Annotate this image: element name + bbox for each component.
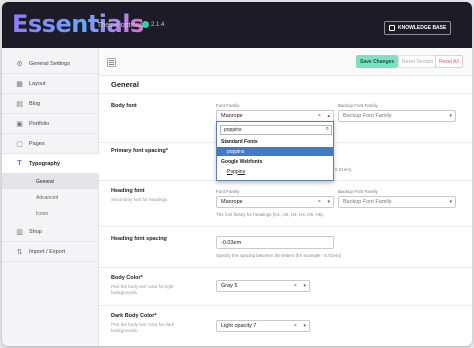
- sidebar-subitem-general[interactable]: General: [2, 174, 99, 189]
- sidebar-item-portfolio[interactable]: ▣ Portfolio: [2, 114, 99, 134]
- body-color-select[interactable]: Gray 5 × ▾: [216, 280, 310, 292]
- main-panel: Save Changes Reset Section Reset All Gen…: [99, 48, 472, 346]
- blog-icon: ▤: [16, 100, 23, 108]
- gear-icon: ⚙: [16, 60, 23, 68]
- sidebar-item-label: Shop: [29, 228, 42, 235]
- save-changes-button[interactable]: Save Changes: [356, 55, 399, 68]
- knowledge-base-label: KNOWLEDGE BASE: [398, 25, 447, 31]
- chevron-up-icon: ▴: [327, 113, 330, 119]
- heading-font-label: Heading font: [111, 188, 145, 194]
- select-placeholder: Backup Font Family: [343, 199, 392, 205]
- heading-font-hint: The font family for headings (H1, H2, H3…: [216, 212, 325, 217]
- sidebar-item-label: General Settings: [29, 60, 70, 67]
- sidebar-item-label: Pages: [29, 140, 45, 147]
- sidebar-item-blog[interactable]: ▤ Blog: [2, 94, 99, 114]
- clear-icon[interactable]: ×: [318, 199, 321, 205]
- shop-icon: ▥: [16, 228, 23, 236]
- sidebar-item-label: Blog: [29, 100, 41, 107]
- heading-font-spacing-label: Heading font spacing: [111, 236, 167, 242]
- sidebar-item-label: Typography: [29, 160, 61, 167]
- body-font-family-label: Font Family: [216, 103, 240, 108]
- pages-icon: ▢: [16, 140, 23, 148]
- divider: [99, 93, 472, 94]
- dark-body-color-desc: Pick the body text color for dark backgr…: [111, 322, 175, 333]
- section-title: General: [111, 80, 139, 89]
- select-value: Manrope: [221, 113, 243, 119]
- import-export-icon: ⇅: [16, 248, 23, 256]
- heading-backup-font-label: Backup Font Family: [338, 189, 378, 194]
- body-backup-font-label: Backup Font Family: [338, 103, 378, 108]
- header-bar: Essentials Theme options 2.1.4 KNOWLEDGE…: [2, 2, 472, 48]
- sidebar-item-general-settings[interactable]: ⚙ General Settings: [2, 54, 99, 74]
- body-color-desc: Pick the body text color for light backg…: [111, 284, 174, 295]
- chevron-down-icon: ▾: [327, 199, 330, 205]
- search-icon: ⌕: [325, 126, 329, 132]
- divider: [99, 226, 472, 227]
- dark-body-color-label: Dark Body Color*: [111, 313, 157, 319]
- heading-font-desc: Secondary font for headings: [111, 197, 168, 202]
- heading-spacing-hint: Specify the spacing between the letters …: [216, 253, 342, 258]
- dark-body-color-select[interactable]: Light opacity 7 × ▾: [216, 320, 310, 332]
- clear-icon[interactable]: ×: [294, 323, 297, 329]
- layout-icon: ▦: [16, 80, 23, 88]
- font-option-poppins-standard[interactable]: poppins: [217, 147, 333, 156]
- portfolio-icon: ▣: [16, 120, 23, 128]
- sidebar-item-label: Layout: [29, 80, 46, 87]
- search-value: poppins: [224, 127, 242, 133]
- sidebar-item-layout[interactable]: ▦ Layout: [2, 74, 99, 94]
- clear-icon[interactable]: ×: [294, 283, 297, 289]
- chevron-down-icon: ▾: [303, 283, 306, 289]
- clear-icon[interactable]: ×: [318, 113, 321, 119]
- typography-icon: T: [17, 160, 22, 167]
- version-badge: 2.1.4: [142, 21, 164, 28]
- body-font-label: Body font: [111, 103, 137, 109]
- body-backup-font-select[interactable]: Backup Font Family ▾: [338, 110, 456, 122]
- divider: [99, 267, 472, 268]
- book-icon: [389, 25, 395, 31]
- heading-font-family-label: Font Family: [216, 189, 240, 194]
- sidebar-item-import-export[interactable]: ⇅ Import / Export: [2, 242, 99, 262]
- sidebar-item-label: Import / Export: [29, 248, 66, 255]
- chevron-down-icon: ▾: [449, 199, 452, 205]
- font-search-input[interactable]: poppins ⌕: [220, 125, 332, 135]
- group-google-webfonts: Google Webfonts: [221, 159, 263, 165]
- heading-font-family-select[interactable]: Manrope × ▾: [216, 196, 334, 208]
- select-placeholder: Backup Font Family: [343, 113, 392, 119]
- reset-section-button[interactable]: Reset Section: [398, 55, 438, 68]
- reset-all-button[interactable]: Reset All: [435, 55, 463, 68]
- font-option-poppins-google[interactable]: Poppins: [217, 167, 333, 176]
- chevron-down-icon: ▾: [303, 323, 306, 329]
- menu-toggle-button[interactable]: [107, 58, 116, 67]
- version-text: 2.1.4: [151, 21, 165, 28]
- select-value: Gray 5: [221, 283, 238, 289]
- sidebar-subitem-advanced[interactable]: Advanced: [2, 190, 99, 205]
- toolbar: Save Changes Reset Section Reset All: [99, 48, 472, 76]
- font-family-dropdown: poppins ⌕ Standard Fonts poppins Google …: [216, 121, 334, 181]
- divider: [99, 305, 472, 306]
- version-dot-icon: [142, 21, 149, 28]
- sidebar: ⚙ General Settings ▦ Layout ▤ Blog ▣ Por…: [2, 48, 99, 346]
- select-value: Manrope: [221, 199, 243, 205]
- select-value: Light opacity 7: [221, 323, 257, 329]
- sidebar-item-label: Portfolio: [29, 120, 50, 127]
- primary-font-spacing-label: Primary font spacing*: [111, 148, 168, 154]
- group-standard-fonts: Standard Fonts: [221, 139, 258, 145]
- app-window: Essentials Theme options 2.1.4 KNOWLEDGE…: [2, 2, 472, 346]
- knowledge-base-button[interactable]: KNOWLEDGE BASE: [384, 21, 452, 35]
- input-value: -0.03em: [221, 239, 242, 246]
- hamburger-icon: [109, 62, 114, 63]
- heading-backup-font-select[interactable]: Backup Font Family ▾: [338, 196, 456, 208]
- primary-spacing-hint: 0.01em): [335, 167, 352, 172]
- header-subtitle: Theme options: [97, 22, 144, 29]
- sidebar-subitem-icons[interactable]: Icons: [2, 206, 99, 221]
- sidebar-item-typography[interactable]: T Typography: [2, 154, 99, 174]
- sidebar-item-pages[interactable]: ▢ Pages: [2, 134, 99, 154]
- heading-spacing-input[interactable]: -0.03em: [216, 236, 334, 249]
- body-color-label: Body Color*: [111, 275, 143, 281]
- sidebar-item-shop[interactable]: ▥ Shop: [2, 222, 99, 242]
- chevron-down-icon: ▾: [449, 113, 452, 119]
